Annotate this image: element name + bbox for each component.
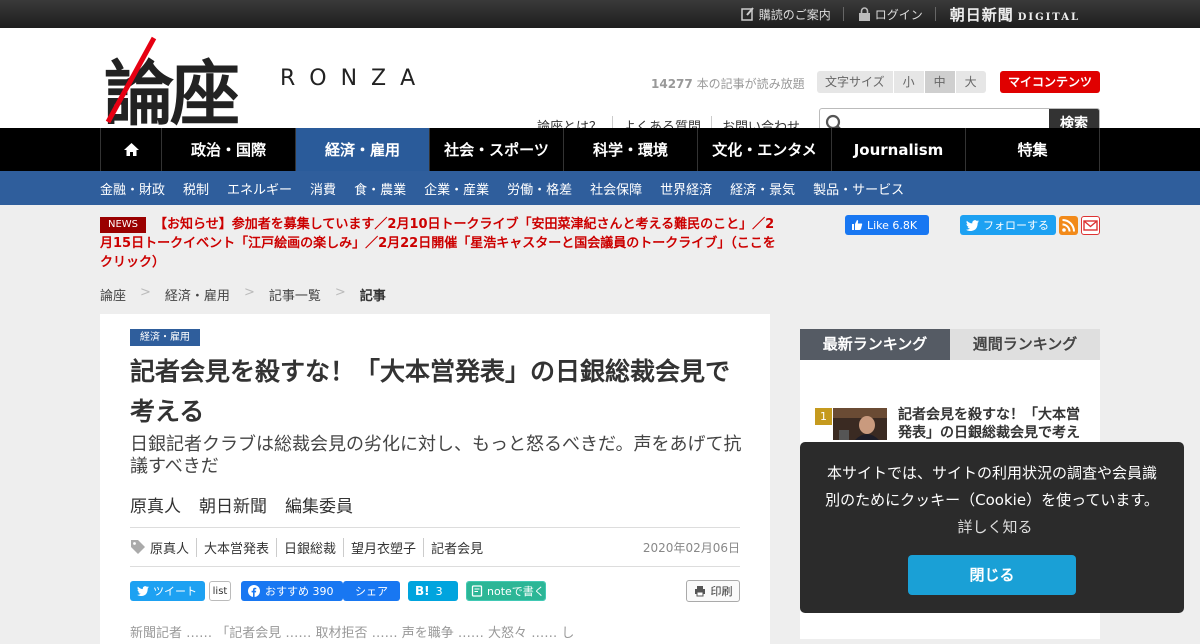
subnav-item[interactable]: 労働・格差 (507, 179, 572, 198)
lock-icon (858, 7, 870, 21)
nav-science[interactable]: 科学・環境 (564, 128, 698, 171)
font-size-large-button[interactable]: 大 (955, 71, 986, 93)
cookie-consent-dialog: 本サイトでは、サイトの利用状況の調査や会員識別のためにクッキー（Cookie）を… (800, 442, 1184, 613)
tag-link[interactable]: 原真人 (146, 538, 196, 557)
breadcrumb-list[interactable]: 記事一覧 (269, 285, 321, 304)
news-announcement[interactable]: NEWS 【お知らせ】参加者を募集しています／2月10日トークライブ「安田菜津紀さ… (100, 215, 780, 272)
read-count: 14277 本の記事が読み放題 (651, 77, 805, 91)
cookie-close-button[interactable]: 閉じる (908, 555, 1076, 595)
subnav-item[interactable]: 企業・産業 (424, 179, 489, 198)
facebook-share-button[interactable]: シェア (343, 581, 400, 601)
news-text: 【お知らせ】参加者を募集しています／2月10日トークライブ「安田菜津紀さんと考え… (100, 217, 776, 270)
login-link[interactable]: ログイン (858, 6, 923, 23)
top-bar: 購読のご案内 ログイン 朝日新聞 DIGITAL (0, 0, 1200, 28)
rss-icon[interactable] (1059, 215, 1078, 235)
twitter-follow-button[interactable]: フォローする (960, 215, 1056, 235)
article-subtitle: 日銀記者クラブは総裁会見の劣化に対し、もっと怒るべきだ。声をあげて抗議すべきだ (130, 434, 742, 477)
publish-date: 2020年02月06日 (642, 540, 740, 555)
global-nav: 政治・国際 経済・雇用 社会・スポーツ 科学・環境 文化・エンタメ Journa… (0, 128, 1200, 171)
subscribe-link[interactable]: 購読のご案内 (740, 6, 831, 23)
breadcrumb-separator: > (243, 285, 255, 300)
subnav-item[interactable]: 消費 (310, 179, 336, 198)
hatena-icon: B! (415, 584, 430, 598)
my-contents-button[interactable]: マイコンテンツ (1000, 71, 1100, 93)
tag-link[interactable]: 望月衣塑子 (343, 537, 423, 557)
font-size-small-button[interactable]: 小 (893, 71, 924, 93)
breadcrumb-category[interactable]: 経済・雇用 (165, 285, 230, 304)
rank-number: 1 (815, 408, 832, 425)
note-icon (471, 585, 483, 597)
cookie-more-link[interactable]: 詳しく知る (957, 518, 1032, 536)
home-nav-button[interactable] (101, 128, 162, 171)
facebook-icon (248, 585, 260, 597)
tag-row: 原真人 大本営発表 日銀総裁 望月衣塑子 記者会見 2020年02月06日 (130, 527, 740, 567)
facebook-like-button[interactable]: Like 6.8K (845, 215, 929, 235)
nav-society[interactable]: 社会・スポーツ (430, 128, 564, 171)
tweet-button[interactable]: ツイート (130, 581, 205, 601)
subnav-item[interactable]: 社会保障 (590, 179, 642, 198)
twitter-icon (966, 219, 979, 231)
cookie-message: 本サイトでは、サイトの利用状況の調査や会員識別のためにクッキー（Cookie）を… (825, 464, 1159, 536)
site-header: 論座 RONZA 14277 本の記事が読み放題 文字サイズ 小 中 大 マイコ… (0, 28, 1200, 140)
tag-link[interactable]: 日銀総裁 (276, 537, 343, 557)
subnav-item[interactable]: 食・農業 (354, 179, 406, 198)
article-body-preview: 新聞記者 …… 「記者会見 …… 取材拒否 …… 声を職争 …… 大怒々 …… … (130, 626, 575, 641)
ranking-thumbnail (833, 408, 887, 440)
logo-slash-icon (105, 36, 157, 124)
subnav-item[interactable]: 世界経済 (660, 179, 712, 198)
breadcrumb-separator: > (140, 285, 151, 300)
asahi-digital-logo[interactable]: 朝日新聞 DIGITAL (950, 4, 1080, 25)
font-size-label: 文字サイズ (817, 71, 893, 93)
twitter-list-button[interactable]: list (209, 581, 231, 601)
subnav-item[interactable]: 製品・サービス (813, 179, 904, 198)
article-title: 記者会見を殺すな！「大本営発表」の日銀総裁会見で考える (130, 357, 731, 426)
mail-icon[interactable] (1081, 215, 1100, 235)
sub-nav: 金融・財政 税制 エネルギー 消費 食・農業 企業・産業 労働・格差 社会保障 … (0, 171, 1200, 205)
nav-economy[interactable]: 経済・雇用 (296, 128, 430, 171)
hatena-bookmark-button[interactable]: B! 3 (408, 581, 458, 601)
ranking-item[interactable]: 1 記者会見を殺すな！「大本営発表」の日銀総裁会見で考える (800, 360, 1100, 459)
print-button[interactable]: 印刷 (686, 580, 740, 602)
author-line: 原真人 朝日新聞 編集委員 (130, 492, 371, 517)
facebook-recommend-button[interactable]: おすすめ 390 (241, 581, 343, 601)
ranking-tabs: 最新ランキング 週間ランキング (800, 329, 1100, 360)
breadcrumb-current: 記事 (359, 289, 386, 304)
ronza-logo[interactable]: 論座 RONZA (104, 36, 444, 135)
nav-journalism[interactable]: Journalism (832, 128, 966, 171)
article-card: 経済・雇用 記者会見を殺すな！「大本営発表」の日銀総裁会見で考える 日銀記者クラ… (100, 314, 770, 644)
edit-icon (740, 7, 754, 21)
twitter-icon (137, 586, 149, 596)
category-badge[interactable]: 経済・雇用 (130, 329, 200, 346)
nav-politics[interactable]: 政治・国際 (162, 128, 296, 171)
share-row: ツイート list おすすめ 390 シェア B! 3 noteで書く 印刷 (130, 580, 740, 602)
tag-link[interactable]: 記者会見 (423, 537, 490, 557)
subnav-item[interactable]: 税制 (183, 179, 209, 198)
nav-features[interactable]: 特集 (966, 128, 1100, 171)
tab-latest-ranking[interactable]: 最新ランキング (800, 329, 950, 360)
thumbs-up-icon (852, 220, 863, 230)
font-size-switcher: 文字サイズ 小 中 大 (817, 71, 986, 93)
tab-weekly-ranking[interactable]: 週間ランキング (950, 329, 1100, 360)
tag-link[interactable]: 大本営発表 (196, 537, 276, 557)
breadcrumb-separator: > (334, 285, 346, 300)
author-org: 朝日新聞 (199, 497, 267, 517)
nav-culture[interactable]: 文化・エンタメ (698, 128, 832, 171)
author-role: 編集委員 (285, 497, 353, 517)
note-button[interactable]: noteで書く (466, 581, 546, 601)
news-badge: NEWS (100, 217, 147, 233)
tag-icon (131, 540, 145, 554)
printer-icon (694, 586, 705, 597)
subnav-item[interactable]: 金融・財政 (100, 179, 165, 198)
breadcrumb-home[interactable]: 論座 (100, 285, 126, 304)
breadcrumb: 論座 > 経済・雇用 > 記事一覧 > 記事 (100, 285, 386, 304)
social-follow-bar: Like 6.8K フォローする (845, 215, 1100, 235)
logo-latin: RONZA (280, 66, 430, 91)
font-size-medium-button[interactable]: 中 (924, 71, 955, 93)
subnav-item[interactable]: エネルギー (227, 179, 292, 198)
home-icon (123, 143, 139, 156)
subnav-item[interactable]: 経済・景気 (730, 179, 795, 198)
author-name[interactable]: 原真人 (130, 497, 181, 517)
